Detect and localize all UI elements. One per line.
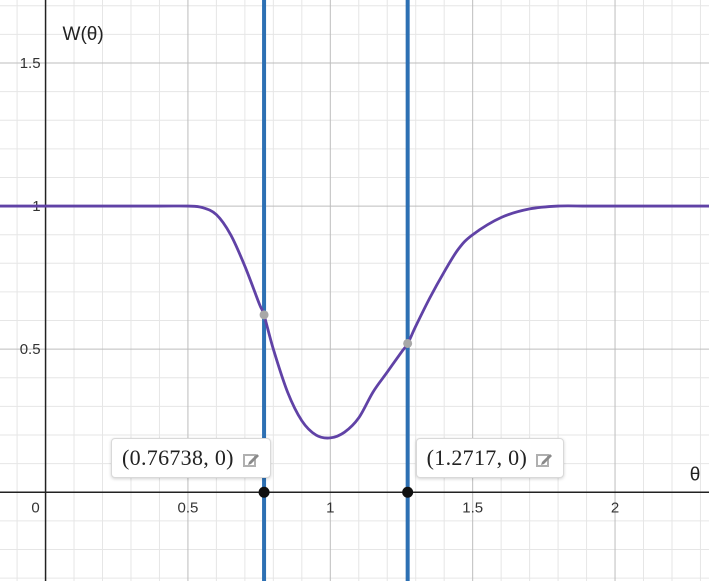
- callout-coordinate: (0.76738, 0): [122, 445, 234, 471]
- graph-canvas[interactable]: 0 0.5 1 1.5 20.511.5 W(θ) θ: [0, 0, 709, 581]
- edit-label-icon[interactable]: [535, 449, 553, 468]
- edit-label-icon[interactable]: [242, 449, 260, 468]
- minor-grid: [0, 0, 709, 581]
- major-grid: [0, 0, 709, 581]
- points: [258, 310, 414, 498]
- callout-coordinate: (1.2717, 0): [426, 445, 528, 471]
- y-axis-label: W(θ): [63, 24, 104, 45]
- root-callout-right[interactable]: (1.2717, 0): [415, 438, 565, 479]
- intersection-point[interactable]: [403, 338, 413, 348]
- x-tick-label: 1.5: [462, 499, 483, 516]
- origin-label: 0: [31, 499, 39, 516]
- y-tick-label: 1.5: [20, 55, 41, 72]
- w-theta-curve[interactable]: [0, 204, 709, 440]
- root-point[interactable]: [402, 486, 414, 498]
- y-tick-label: 0.5: [20, 341, 41, 358]
- root-point[interactable]: [258, 486, 270, 498]
- x-tick-label: 0.5: [177, 499, 198, 516]
- x-tick-label: 1: [326, 499, 334, 516]
- intersection-point[interactable]: [259, 310, 269, 320]
- vertical-lines: [262, 0, 410, 581]
- axes: [0, 0, 709, 581]
- root-callout-left[interactable]: (0.76738, 0): [111, 438, 271, 479]
- x-axis-label: θ: [690, 464, 701, 485]
- x-tick-label: 2: [611, 499, 619, 516]
